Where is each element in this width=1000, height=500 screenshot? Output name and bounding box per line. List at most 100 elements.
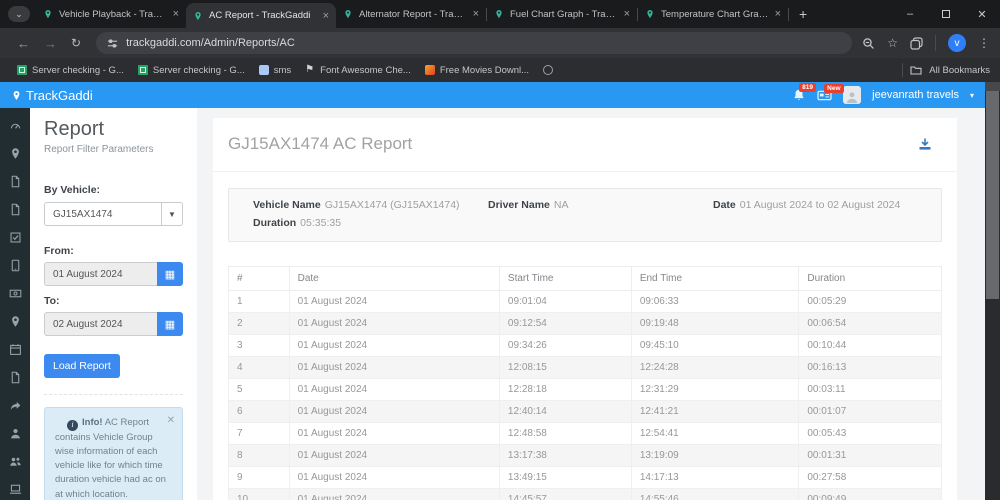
- to-date-input[interactable]: [44, 312, 157, 336]
- sidebar-item-users-13[interactable]: [0, 447, 30, 475]
- table-cell: 13:17:38: [498, 444, 632, 467]
- table-row: 2 01 August 2024 09:12:54 09:19:48 00:06:54: [228, 312, 942, 335]
- table-cell: 00:01:31: [798, 444, 942, 467]
- zoom-icon[interactable]: [862, 37, 875, 50]
- all-bookmarks[interactable]: All Bookmarks: [902, 63, 990, 77]
- tab-close-icon[interactable]: ×: [173, 9, 179, 20]
- tab-search-button[interactable]: ⌄: [8, 6, 30, 22]
- table-cell: 12:24:28: [630, 356, 800, 379]
- sidebar-item-map-marker-8[interactable]: [0, 307, 30, 335]
- table-cell: 14:17:13: [630, 466, 800, 489]
- tab-close-icon[interactable]: ×: [775, 9, 781, 20]
- browser-tab-3[interactable]: Alternator Report - TrackGaddi ×: [336, 0, 486, 28]
- tab-label: Alternator Report - TrackGaddi: [359, 8, 467, 20]
- users-icon: [9, 455, 22, 468]
- user-menu-caret-icon[interactable]: ▾: [970, 91, 974, 100]
- table-cell: 1: [228, 290, 290, 313]
- browser-tab-4[interactable]: Fuel Chart Graph - TrackGaddi ×: [487, 0, 637, 28]
- sidebar-item-file-3[interactable]: [0, 167, 30, 195]
- table-cell: 5: [228, 378, 290, 401]
- summary-label: Driver Name: [488, 199, 550, 211]
- sidebar-item-banknote-7[interactable]: [0, 279, 30, 307]
- sidebar-item-share-11[interactable]: [0, 391, 30, 419]
- share-icon: [9, 399, 22, 412]
- tab-label: AC Report - TrackGaddi: [209, 10, 311, 21]
- browser-menu-icon[interactable]: ⋮: [978, 36, 990, 50]
- maximize-button[interactable]: [928, 0, 964, 28]
- scrollbar-thumb[interactable]: [986, 91, 999, 299]
- user-avatar[interactable]: [843, 86, 862, 104]
- table-cell: 12:41:21: [630, 400, 800, 423]
- tab-close-icon[interactable]: ×: [323, 10, 329, 21]
- table-cell: 09:45:10: [630, 334, 800, 357]
- table-cell: 01 August 2024: [288, 334, 500, 357]
- sidebar-item-map-marker-2[interactable]: [0, 139, 30, 167]
- tab-favicon-pin-icon: [494, 9, 504, 19]
- bookmark-item-5[interactable]: Free Movies Downl...: [418, 63, 536, 78]
- rfid-card-button[interactable]: New: [817, 83, 844, 102]
- folder-icon: [910, 66, 922, 75]
- address-bar[interactable]: trackgaddi.com/Admin/Reports/AC: [96, 32, 853, 54]
- page-scrollbar[interactable]: [985, 82, 1000, 500]
- select-caret-icon[interactable]: ▼: [161, 203, 182, 225]
- tab-separator: [788, 8, 789, 21]
- sidebar-item-calendar-9[interactable]: [0, 335, 30, 363]
- column-header: Date: [288, 266, 500, 291]
- tabs-panel-icon[interactable]: [910, 36, 923, 50]
- sidebar-item-tablet-6[interactable]: [0, 251, 30, 279]
- sidebar-item-user-12[interactable]: [0, 419, 30, 447]
- close-button[interactable]: ✕: [964, 0, 1000, 28]
- forward-icon[interactable]: →: [44, 36, 57, 51]
- tab-label: Fuel Chart Graph - TrackGaddi: [510, 8, 618, 20]
- summary-label: Date: [713, 199, 736, 211]
- new-tab-button[interactable]: +: [799, 7, 807, 21]
- bookmark-item-6[interactable]: [536, 63, 560, 77]
- browser-tab-5[interactable]: Temperature Chart Graph - Tra ×: [638, 0, 788, 28]
- site-info-icon[interactable]: [107, 38, 118, 49]
- scrollbar-up-arrow[interactable]: [985, 82, 1000, 91]
- browser-tab-2[interactable]: AC Report - TrackGaddi ×: [186, 3, 336, 28]
- download-report-button[interactable]: [918, 137, 932, 151]
- table-cell: 7: [228, 422, 290, 445]
- table-row: 7 01 August 2024 12:48:58 12:54:41 00:05:43: [228, 422, 942, 445]
- sidebar-item-file-10[interactable]: [0, 363, 30, 391]
- minimize-button[interactable]: –: [892, 0, 928, 28]
- bookmark-star-icon[interactable]: ☆: [887, 36, 898, 50]
- map-marker-icon: [9, 147, 22, 160]
- browser-tab-1[interactable]: Vehicle Playback - TrackGaddi ×: [36, 0, 186, 28]
- user-name[interactable]: jeevanrath travels: [872, 89, 959, 101]
- report-filter-panel: Report Report Filter Parameters By Vehic…: [30, 108, 197, 500]
- bookmark-item-2[interactable]: Server checking - G...: [131, 63, 252, 78]
- info-title: Info!: [82, 417, 103, 428]
- tab-close-icon[interactable]: ×: [473, 9, 479, 20]
- back-icon[interactable]: ←: [17, 36, 30, 51]
- bookmark-item-3[interactable]: sms: [252, 63, 298, 78]
- sidebar-item-file-4[interactable]: [0, 195, 30, 223]
- table-cell: 12:54:41: [630, 422, 800, 445]
- info-close-icon[interactable]: ✕: [167, 413, 175, 428]
- bookmark-item-1[interactable]: Server checking - G...: [10, 63, 131, 78]
- vehicle-select[interactable]: GJ15AX1474 ▼: [44, 202, 183, 226]
- sidebar-item-check-square-5[interactable]: [0, 223, 30, 251]
- table-cell: 12:40:14: [498, 400, 632, 423]
- tab-close-icon[interactable]: ×: [624, 9, 630, 20]
- load-report-button[interactable]: Load Report: [44, 354, 120, 378]
- from-date-input[interactable]: [44, 262, 157, 286]
- bookmark-label: sms: [273, 64, 292, 76]
- to-label: To:: [44, 295, 60, 307]
- browser-toolbar: ← → ↻ trackgaddi.com/Admin/Reports/AC ☆ …: [0, 28, 1000, 58]
- to-calendar-button[interactable]: ▦: [157, 312, 183, 336]
- notifications-bell[interactable]: 819: [792, 83, 817, 102]
- from-calendar-button[interactable]: ▦: [157, 262, 183, 286]
- notification-badge: 819: [799, 83, 817, 92]
- to-input-group: ▦: [44, 312, 183, 336]
- sidebar-item-laptop-14[interactable]: [0, 475, 30, 500]
- bookmarks-divider: [902, 63, 904, 77]
- sidebar-item-speedometer-1[interactable]: [0, 111, 30, 139]
- bookmark-item-4[interactable]: ⚑ Font Awesome Che...: [298, 63, 418, 78]
- browser-profile-avatar[interactable]: v: [948, 34, 966, 52]
- speedometer-icon: [9, 119, 22, 132]
- table-cell: 01 August 2024: [288, 400, 500, 423]
- reload-icon[interactable]: ↻: [71, 36, 81, 50]
- app-brand[interactable]: TrackGaddi: [11, 88, 93, 103]
